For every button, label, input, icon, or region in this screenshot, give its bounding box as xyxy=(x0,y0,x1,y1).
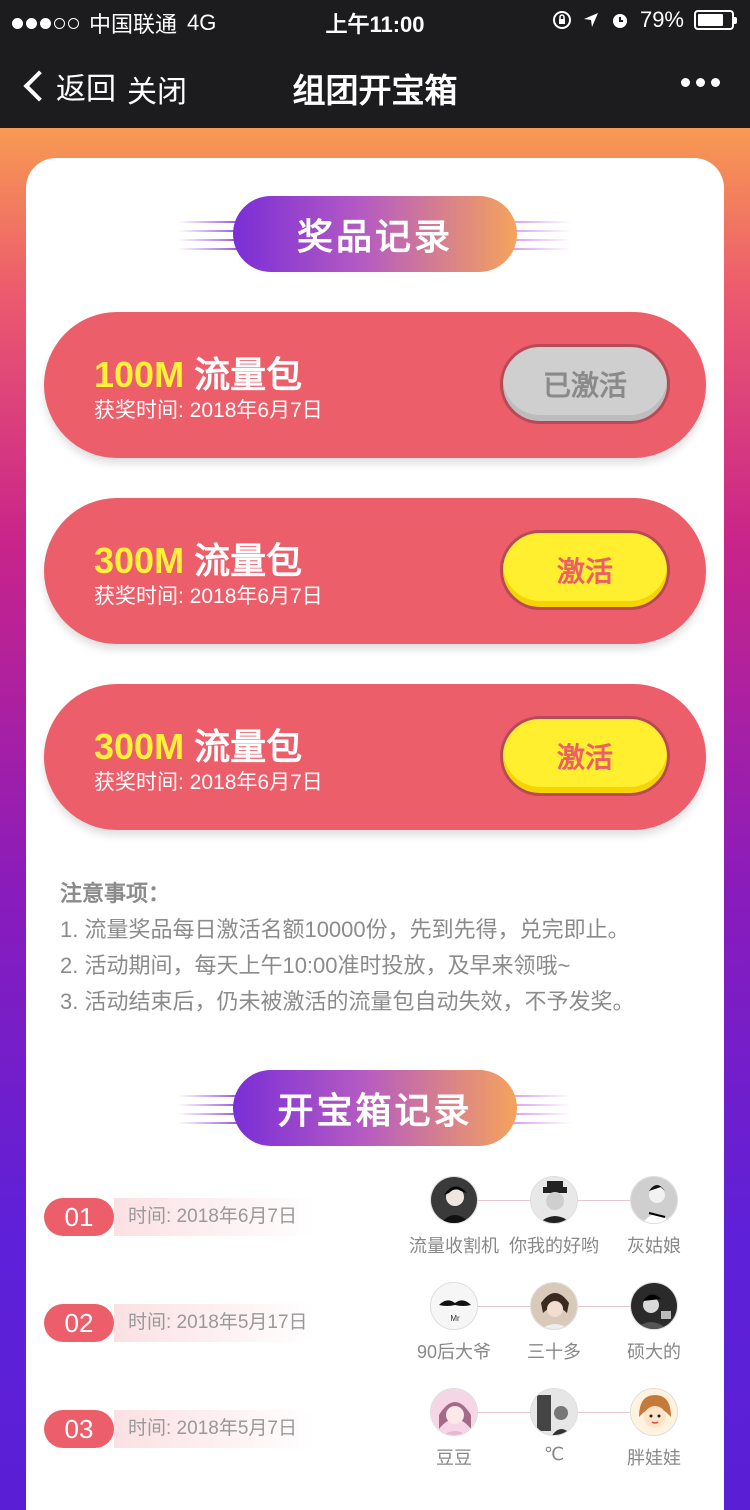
member-name: 你我的好哟 xyxy=(509,1236,599,1256)
prize-size: 300M xyxy=(94,540,185,581)
prize-name: 流量包 xyxy=(194,726,303,767)
avatar xyxy=(630,1176,678,1224)
prize-name: 流量包 xyxy=(194,354,303,395)
member-name: 流量收割机 xyxy=(409,1236,499,1256)
member[interactable]: 你我的好哟 xyxy=(504,1176,604,1258)
prize-time: 获奖时间: 2018年6月7日 xyxy=(94,585,323,608)
member[interactable]: ℃ xyxy=(504,1388,604,1465)
record-time: 时间: 2018年5月7日 xyxy=(114,1410,314,1448)
prize-item: 300M 流量包 获奖时间: 2018年6月7日 激活 xyxy=(44,684,706,830)
record-row: 03 时间: 2018年5月7日 豆豆 ℃ 胖娃娃 xyxy=(44,1388,704,1488)
record-members: 豆豆 ℃ 胖娃娃 xyxy=(404,1388,704,1488)
record-row: 01 时间: 2018年6月7日 流量收割机 你我的好哟 灰姑娘 xyxy=(44,1176,704,1276)
prize-title: 300M 流量包 xyxy=(94,532,302,584)
prize-title: 300M 流量包 xyxy=(94,718,302,770)
member[interactable]: 胖娃娃 xyxy=(604,1388,704,1470)
avatar xyxy=(630,1282,678,1330)
prize-item: 300M 流量包 获奖时间: 2018年6月7日 激活 xyxy=(44,498,706,644)
page-title: 组团开宝箱 xyxy=(292,72,458,109)
member-name: 90后大爷 xyxy=(416,1342,492,1362)
more-icon[interactable] xyxy=(681,78,720,87)
record-heading-label: 开宝箱记录 xyxy=(233,1070,517,1146)
notes-line: 1. 流量奖品每日激活名额10000份，先到先得，兑完即止。 xyxy=(60,917,630,942)
prize-heading-label: 奖品记录 xyxy=(233,196,517,272)
prize-title: 100M 流量包 xyxy=(94,346,302,398)
prize-name: 流量包 xyxy=(194,540,303,581)
alarm-icon xyxy=(612,14,627,28)
member-name: 胖娃娃 xyxy=(627,1448,681,1468)
avatar xyxy=(430,1388,478,1436)
record-index: 02 xyxy=(44,1304,114,1342)
prize-time: 获奖时间: 2018年6月7日 xyxy=(94,399,323,422)
prize-size: 100M xyxy=(94,354,185,395)
member[interactable]: 豆豆 xyxy=(404,1388,504,1470)
avatar: Mr xyxy=(430,1282,478,1330)
avatar xyxy=(530,1282,578,1330)
activated-button[interactable]: 已激活 xyxy=(500,344,670,424)
record-index: 03 xyxy=(44,1410,114,1448)
avatar xyxy=(430,1176,478,1224)
activate-button[interactable]: 激活 xyxy=(500,530,670,610)
notes-line: 2. 活动期间，每天上午10:00准时投放，及早来领哦~ xyxy=(60,953,571,978)
member-name: 硕大的 xyxy=(627,1342,681,1362)
status-bar: 中国联通 4G 上午11:00 79% xyxy=(0,0,750,40)
avatar xyxy=(530,1176,578,1224)
notes-line: 3. 活动结束后，仍未被激活的流量包自动失效，不予发奖。 xyxy=(60,989,635,1014)
notes-section: 注意事项： 1. 流量奖品每日激活名额10000份，先到先得，兑完即止。 2. … xyxy=(60,876,700,1020)
member[interactable]: Mr 90后大爷 xyxy=(404,1282,504,1364)
orientation-lock-icon xyxy=(552,11,571,29)
member-name: ℃ xyxy=(543,1444,565,1464)
activate-button[interactable]: 激活 xyxy=(500,716,670,796)
record-time: 时间: 2018年5月17日 xyxy=(114,1304,314,1342)
battery-icon xyxy=(694,10,737,30)
avatar-badge-text: Mr xyxy=(450,1314,460,1323)
status-right: 79% xyxy=(552,7,737,33)
record-row: 02 时间: 2018年5月17日 Mr 90后大爷 三十多 硕大的 xyxy=(44,1282,704,1382)
record-section-heading: 开宝箱记录 xyxy=(0,1070,750,1146)
avatar xyxy=(530,1388,578,1436)
prize-section-heading: 奖品记录 xyxy=(0,196,750,272)
member[interactable]: 硕大的 xyxy=(604,1282,704,1364)
member-name: 三十多 xyxy=(527,1342,581,1362)
avatar xyxy=(630,1388,678,1436)
record-index: 01 xyxy=(44,1198,114,1236)
prize-item: 100M 流量包 获奖时间: 2018年6月7日 已激活 xyxy=(44,312,706,458)
battery-percent: 79% xyxy=(639,7,684,32)
prize-size: 300M xyxy=(94,726,185,767)
nav-bar: 返回 关闭 组团开宝箱 xyxy=(0,40,750,128)
member[interactable]: 三十多 xyxy=(504,1282,604,1364)
location-icon xyxy=(583,13,598,27)
prize-time: 获奖时间: 2018年6月7日 xyxy=(94,771,323,794)
member[interactable]: 流量收割机 xyxy=(404,1176,504,1258)
record-members: Mr 90后大爷 三十多 硕大的 xyxy=(404,1282,704,1382)
member[interactable]: 灰姑娘 xyxy=(604,1176,704,1258)
member-name: 豆豆 xyxy=(436,1448,472,1468)
notes-title: 注意事项： xyxy=(60,881,171,906)
record-members: 流量收割机 你我的好哟 灰姑娘 xyxy=(404,1176,704,1276)
member-name: 灰姑娘 xyxy=(627,1236,681,1256)
record-time: 时间: 2018年6月7日 xyxy=(114,1198,314,1236)
